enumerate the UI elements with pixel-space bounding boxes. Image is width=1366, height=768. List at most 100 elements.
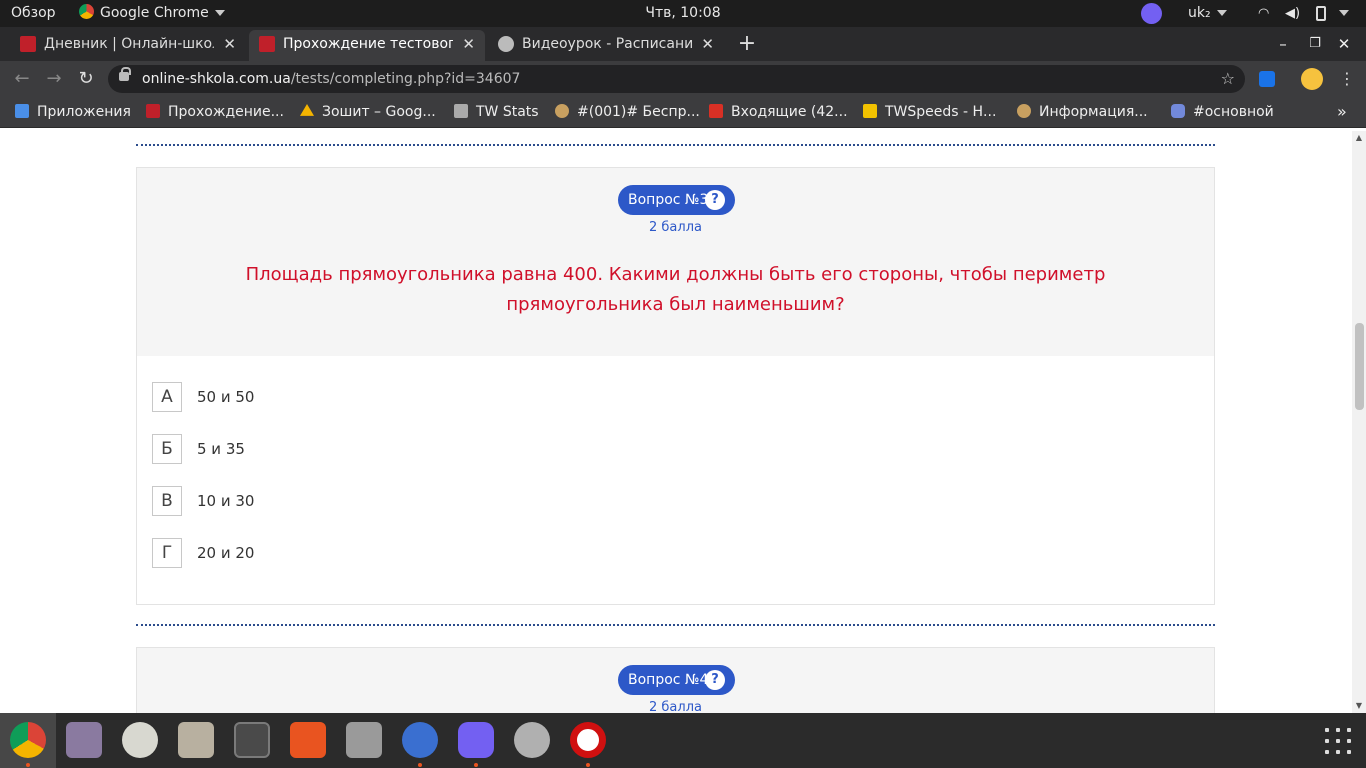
bookmark-label: #(001)# Беспр... xyxy=(577,104,700,120)
gmail-icon xyxy=(709,104,723,118)
school-favicon xyxy=(259,36,275,52)
top-panel: Обзор Google Chrome Чтв, 10:08 uk₂ ◠ ◀) xyxy=(0,0,1366,27)
minimize-icon[interactable]: – xyxy=(1268,27,1298,61)
settings-icon xyxy=(514,722,550,758)
bookmark-test[interactable]: Прохождение... xyxy=(146,96,284,128)
activities-button[interactable]: Обзор xyxy=(11,0,56,27)
tab-test[interactable]: Прохождение тестового ✕ xyxy=(249,30,485,61)
chevron-down-icon xyxy=(1216,10,1227,16)
clock[interactable]: Чтв, 10:08 xyxy=(645,5,720,21)
translate-icon[interactable] xyxy=(1259,71,1275,87)
app-menu[interactable]: Google Chrome xyxy=(79,0,225,27)
bookmark-tribal-wars[interactable]: #(001)# Беспр... xyxy=(555,96,700,128)
divider xyxy=(136,624,1215,626)
question-number-badge: Вопрос №3 ? xyxy=(618,185,735,215)
bookmark-discord[interactable]: #основной xyxy=(1171,96,1274,128)
running-indicator xyxy=(586,763,590,767)
bookmarks-overflow-button[interactable]: » xyxy=(1337,96,1347,128)
page-scrollbar[interactable]: ▲ ▼ xyxy=(1352,131,1366,713)
dock-chromium[interactable] xyxy=(392,713,448,768)
new-tab-button[interactable]: + xyxy=(732,30,762,61)
dock-viber[interactable] xyxy=(448,713,504,768)
tab-video-lesson[interactable]: Видеоурок - Расписание ✕ xyxy=(488,30,724,61)
show-apps-icon[interactable] xyxy=(1325,728,1351,754)
bookmark-twspeeds[interactable]: TWSpeeds - Н... xyxy=(863,96,996,128)
url-text: online-shkola.com.ua/tests/completing.ph… xyxy=(142,65,520,93)
menu-kebab-icon[interactable]: ⋮ xyxy=(1339,61,1355,96)
tab-title: Прохождение тестового xyxy=(283,36,453,52)
reload-icon[interactable]: ↻ xyxy=(73,61,99,96)
viber-tray-icon[interactable] xyxy=(1141,3,1162,24)
question-text: Площадь прямоугольника равна 400. Какими… xyxy=(245,264,1106,315)
bookmark-label: Входящие (42... xyxy=(731,104,848,120)
lock-icon xyxy=(119,67,131,81)
help-icon[interactable]: ? xyxy=(705,190,725,210)
dock-settings[interactable] xyxy=(504,713,560,768)
chrome-icon xyxy=(79,4,94,19)
files-icon xyxy=(178,722,214,758)
bookmark-info[interactable]: Информация... xyxy=(1017,96,1148,128)
viber-icon xyxy=(458,722,494,758)
globe-icon xyxy=(498,36,514,52)
question-header: Вопрос №3 ? 2 балла Площадь прямоугольни… xyxy=(137,168,1214,356)
url-path: /tests/completing.php?id=34607 xyxy=(290,71,521,87)
page-viewport: Вопрос №3 ? 2 балла Площадь прямоугольни… xyxy=(0,131,1352,713)
help-icon[interactable]: ? xyxy=(705,670,725,690)
tab-title: Дневник | Онлайн-школа xyxy=(44,36,214,52)
dock-image-viewer[interactable] xyxy=(56,713,112,768)
avatar[interactable] xyxy=(1301,68,1323,90)
dock-calculator[interactable] xyxy=(224,713,280,768)
bookmark-label: TWSpeeds - Н... xyxy=(885,104,997,120)
wifi-icon[interactable]: ◠ xyxy=(1258,0,1269,27)
address-bar[interactable]: online-shkola.com.ua/tests/completing.ph… xyxy=(108,65,1245,93)
running-indicator xyxy=(418,763,422,767)
tab-diary[interactable]: Дневник | Онлайн-школа ✕ xyxy=(10,30,246,61)
close-window-icon[interactable]: ✕ xyxy=(1329,27,1359,61)
keyboard-layout-indicator[interactable]: uk₂ xyxy=(1188,0,1227,27)
dock-camera[interactable] xyxy=(336,713,392,768)
restore-icon[interactable]: ❐ xyxy=(1300,27,1330,61)
close-icon[interactable]: ✕ xyxy=(223,30,236,58)
answer-text: 10 и 30 xyxy=(197,492,255,510)
opera-icon xyxy=(570,722,606,758)
dock-audio-player[interactable] xyxy=(112,713,168,768)
answer-letter[interactable]: В xyxy=(152,486,182,516)
question-number: Вопрос №3 xyxy=(628,192,709,208)
scroll-up-icon[interactable]: ▲ xyxy=(1352,133,1366,142)
divider xyxy=(136,144,1215,146)
bookmark-label: Информация... xyxy=(1039,104,1148,120)
dock-chrome[interactable] xyxy=(0,713,56,768)
volume-icon[interactable]: ◀) xyxy=(1285,0,1300,27)
back-icon[interactable]: ← xyxy=(9,61,35,96)
bookmark-star-icon[interactable]: ☆ xyxy=(1221,65,1235,93)
google-drive-icon xyxy=(300,104,314,116)
answer-letter[interactable]: А xyxy=(152,382,182,412)
dock-software-center[interactable] xyxy=(280,713,336,768)
system-menu[interactable] xyxy=(1333,0,1349,27)
chrome-icon xyxy=(10,722,46,758)
forward-icon[interactable]: → xyxy=(41,61,67,96)
bookmark-tw-stats[interactable]: TW Stats xyxy=(454,96,539,128)
bookmark-label: Приложения xyxy=(37,104,131,120)
audio-player-icon xyxy=(122,722,158,758)
bookmark-label: #основной xyxy=(1193,104,1274,120)
calculator-icon xyxy=(234,722,270,758)
keyboard-layout-label: uk₂ xyxy=(1188,5,1211,21)
answer-letter[interactable]: Г xyxy=(152,538,182,568)
scrollbar-thumb[interactable] xyxy=(1355,323,1364,410)
scroll-down-icon[interactable]: ▼ xyxy=(1352,701,1366,710)
dock-files[interactable] xyxy=(168,713,224,768)
bookmark-label: TW Stats xyxy=(476,104,539,120)
bookmark-notebook[interactable]: Зошит – Goog... xyxy=(300,96,436,128)
close-icon[interactable]: ✕ xyxy=(462,30,475,58)
dock-opera[interactable] xyxy=(560,713,616,768)
bookmark-inbox[interactable]: Входящие (42... xyxy=(709,96,848,128)
tab-strip: Дневник | Онлайн-школа ✕ Прохождение тес… xyxy=(0,27,1366,61)
close-icon[interactable]: ✕ xyxy=(701,30,714,58)
question-number-badge: Вопрос №4 ? xyxy=(618,665,735,695)
battery-icon[interactable] xyxy=(1316,6,1326,21)
answer-letter[interactable]: Б xyxy=(152,434,182,464)
bookmark-apps[interactable]: Приложения xyxy=(15,96,131,128)
answer-text: 5 и 35 xyxy=(197,440,245,458)
crown-icon xyxy=(863,104,877,118)
